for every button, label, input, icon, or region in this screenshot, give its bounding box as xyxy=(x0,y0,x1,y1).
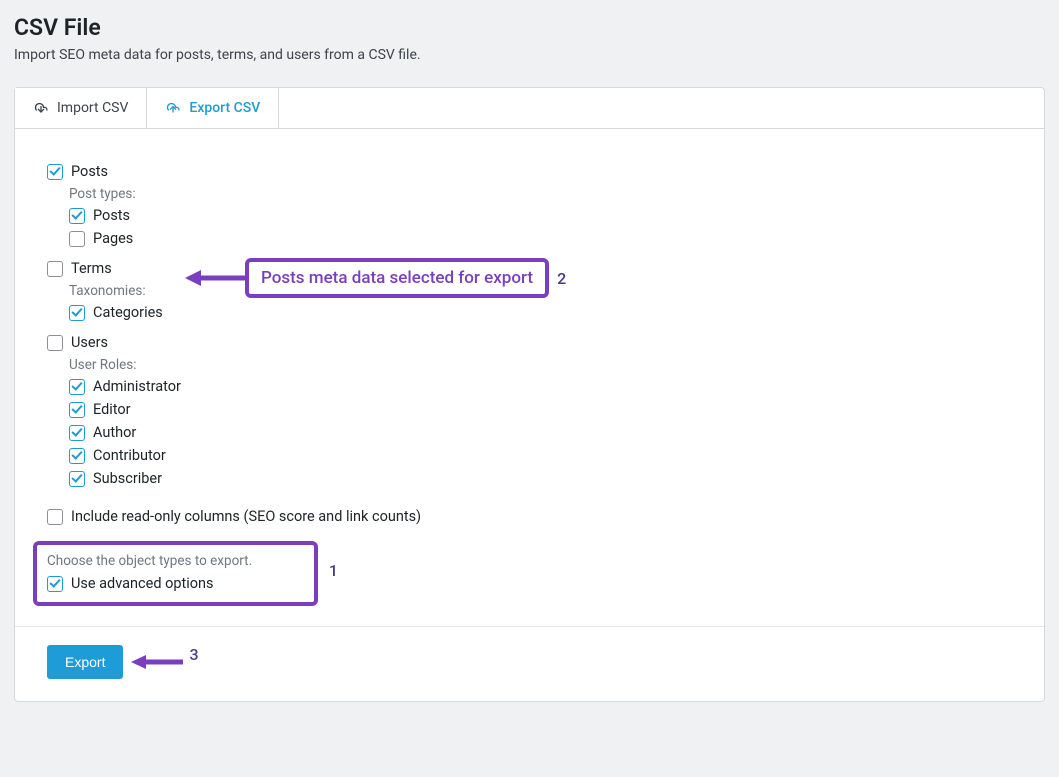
checkbox-role-administrator[interactable] xyxy=(69,379,85,395)
checkbox-users[interactable] xyxy=(47,335,63,351)
tab-import-label: Import CSV xyxy=(57,100,128,116)
export-button[interactable]: Export xyxy=(47,645,123,679)
row-readonly: Include read-only columns (SEO score and… xyxy=(47,504,1012,529)
group-users: Users User Roles: Administrator Editor A… xyxy=(47,330,1012,490)
sublabel-user-roles: User Roles: xyxy=(69,357,1012,373)
group-terms: Terms Taxonomies: Categories xyxy=(47,256,1012,324)
checkbox-role-author[interactable] xyxy=(69,425,85,441)
tab-import-csv[interactable]: Import CSV xyxy=(15,88,147,128)
tab-export-csv[interactable]: Export CSV xyxy=(147,88,279,128)
tab-export-label: Export CSV xyxy=(189,100,260,116)
label-role-editor: Editor xyxy=(93,401,131,418)
checkbox-use-advanced[interactable] xyxy=(47,576,63,592)
label-post-type-posts: Posts xyxy=(93,207,130,224)
checkbox-posts[interactable] xyxy=(47,164,63,180)
checkbox-include-readonly[interactable] xyxy=(47,509,63,525)
checkbox-role-contributor[interactable] xyxy=(69,448,85,464)
label-terms: Terms xyxy=(71,260,112,277)
csv-tab-panel: Import CSV Export CSV Posts Post types: xyxy=(14,87,1045,702)
tab-bar: Import CSV Export CSV xyxy=(15,88,1044,129)
checkbox-terms[interactable] xyxy=(47,261,63,277)
cloud-download-icon xyxy=(33,100,49,116)
annotation-box-advanced: Choose the object types to export. Use a… xyxy=(33,541,318,606)
sublabel-post-types: Post types: xyxy=(69,186,1012,202)
export-tab-content: Posts Post types: Posts Posts meta data … xyxy=(15,129,1044,626)
checkbox-post-type-posts[interactable] xyxy=(69,208,85,224)
label-use-advanced: Use advanced options xyxy=(71,575,214,592)
page-description: Import SEO meta data for posts, terms, a… xyxy=(14,47,1045,63)
label-role-administrator: Administrator xyxy=(93,378,181,395)
footer-bar: Export 3 xyxy=(15,626,1044,701)
page-title: CSV File xyxy=(14,14,1045,41)
group-posts: Posts Post types: Posts Posts meta data … xyxy=(47,159,1012,250)
annotation-number-1: 1 xyxy=(329,561,338,580)
checkbox-taxonomy-categories[interactable] xyxy=(69,305,85,321)
cloud-upload-icon xyxy=(165,100,181,116)
annotation-number-3: 3 xyxy=(189,645,198,664)
label-taxonomy-categories: Categories xyxy=(93,304,163,321)
annotation-arrow-export xyxy=(131,652,183,672)
label-role-author: Author xyxy=(93,424,136,441)
label-role-subscriber: Subscriber xyxy=(93,470,162,487)
label-role-contributor: Contributor xyxy=(93,447,166,464)
label-post-type-pages: Pages xyxy=(93,230,133,247)
sublabel-taxonomies: Taxonomies: xyxy=(69,283,1012,299)
checkbox-post-type-pages[interactable] xyxy=(69,231,85,247)
checkbox-role-editor[interactable] xyxy=(69,402,85,418)
checkbox-role-subscriber[interactable] xyxy=(69,471,85,487)
label-users: Users xyxy=(71,334,108,351)
label-choose-object-types: Choose the object types to export. xyxy=(47,553,304,569)
label-posts: Posts xyxy=(71,163,108,180)
label-include-readonly: Include read-only columns (SEO score and… xyxy=(71,508,421,525)
